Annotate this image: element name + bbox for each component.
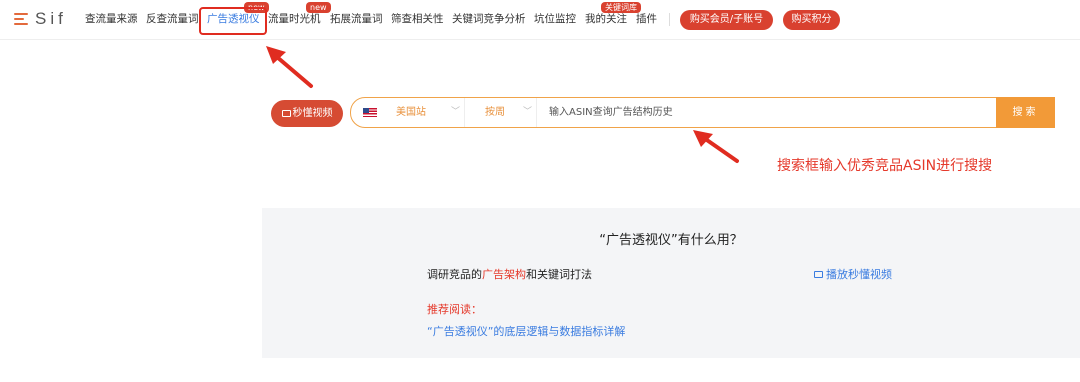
quick-video-label: 秒懂视频 [292,108,333,119]
search-bar: 美国站 ﹀ 按周 ﹀ [350,97,1028,128]
search-button[interactable]: 搜索 [996,97,1055,128]
chevron-down-icon: ﹀ [523,107,533,117]
video-camera-icon [814,271,823,278]
play-video-link[interactable]: 播放秒懂视频 [814,266,892,282]
period-select-value: 按周 [485,107,505,118]
video-camera-icon [281,110,291,117]
site-select-value: 美国站 [396,107,426,118]
info-panel-title: “广告透视仪”有什么用？ [599,233,743,248]
feature-description: 调研竞品的广告架构和关键词打法 [427,266,592,282]
annotation-callout: 搜索框输入优秀竞品ASIN进行搜搜 [777,158,993,174]
arrow-up-left-icon [693,130,739,163]
recommended-reading-label: 推荐阅读： [427,303,482,316]
period-select[interactable]: 按周 ﹀ [465,98,537,127]
article-link[interactable]: “广告透视仪”的底层逻辑与数据指标详解 [427,323,625,339]
site-select[interactable]: 美国站 ﹀ [351,98,465,127]
arrow-up-left-icon [266,46,313,88]
play-video-label: 播放秒懂视频 [826,268,892,281]
description-suffix: 和关键词打法 [526,268,592,281]
quick-video-button[interactable]: 秒懂视频 [271,100,343,127]
asin-search-input[interactable] [537,98,997,127]
description-prefix: 调研竞品的 [427,268,482,281]
info-panel: “广告透视仪”有什么用？ 调研竞品的广告架构和关键词打法 播放秒懂视频 推荐阅读… [262,208,1080,358]
chevron-down-icon: ﹀ [451,107,461,117]
us-flag-icon [363,108,377,117]
description-highlight: 广告架构 [482,268,526,281]
